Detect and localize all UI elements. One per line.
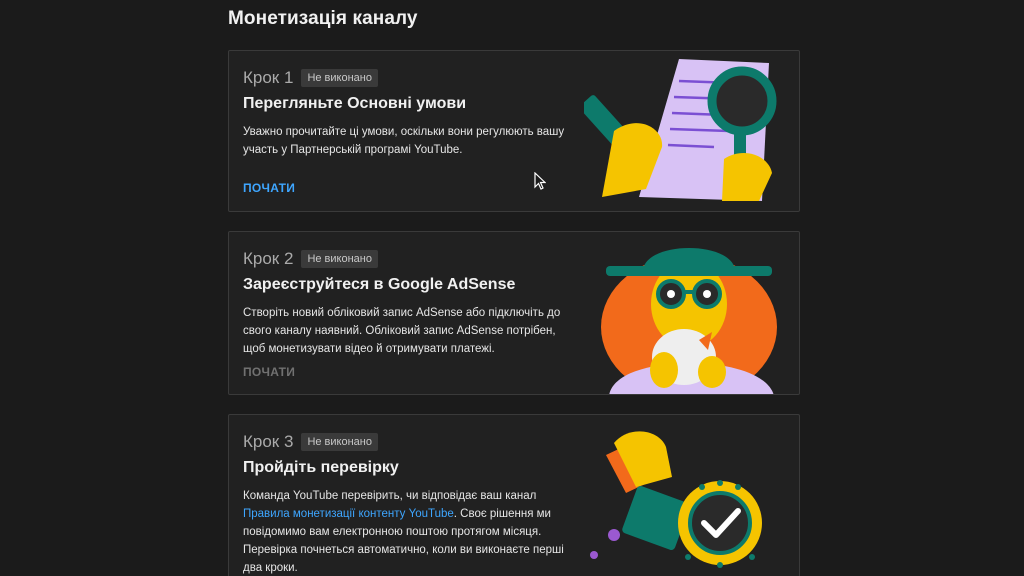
status-badge: Не виконано — [301, 69, 378, 87]
start-button[interactable]: ПОЧАТИ — [243, 365, 295, 379]
page-title: Монетизація каналу — [228, 8, 418, 29]
step-title: Зареєструйтеся в Google AdSense — [243, 276, 516, 293]
approval-stamp-illustration — [590, 431, 762, 568]
step-header: Крок 3 Не виконано — [243, 432, 378, 452]
step-description: Уважно прочитайте ці умови, оскільки вон… — [243, 126, 565, 156]
step-label: Крок 3 — [243, 432, 294, 451]
description-text: Команда YouTube перевірить, чи відповіда… — [243, 490, 537, 502]
step-description: Створіть новий обліковий запис AdSense а… — [243, 307, 561, 355]
step-label: Крок 2 — [243, 249, 294, 268]
status-badge: Не виконано — [301, 433, 378, 451]
mouse-cursor-icon — [534, 172, 546, 190]
person-with-glasses-illustration — [601, 248, 777, 394]
status-badge: Не виконано — [301, 250, 378, 268]
step-header: Крок 1 Не виконано — [243, 68, 378, 88]
document-magnifier-illustration — [584, 59, 777, 201]
step-description: Команда YouTube перевірить, чи відповіда… — [243, 487, 569, 576]
start-button[interactable]: ПОЧАТИ — [243, 181, 295, 195]
step-header: Крок 2 Не виконано — [243, 249, 378, 269]
monetization-policy-link[interactable]: Правила монетизації контенту YouTube — [243, 508, 454, 520]
step-card-3: Крок 3 Не виконано Пройдіть перевірку Ко… — [228, 414, 800, 576]
step-title: Перегляньте Основні умови — [243, 95, 467, 112]
step-card-1: Крок 1 Не виконано Перегляньте Основні у… — [228, 50, 800, 212]
step-title: Пройдіть перевірку — [243, 459, 399, 476]
step-card-2: Крок 2 Не виконано Зареєструйтеся в Goog… — [228, 231, 800, 395]
step-label: Крок 1 — [243, 68, 294, 87]
